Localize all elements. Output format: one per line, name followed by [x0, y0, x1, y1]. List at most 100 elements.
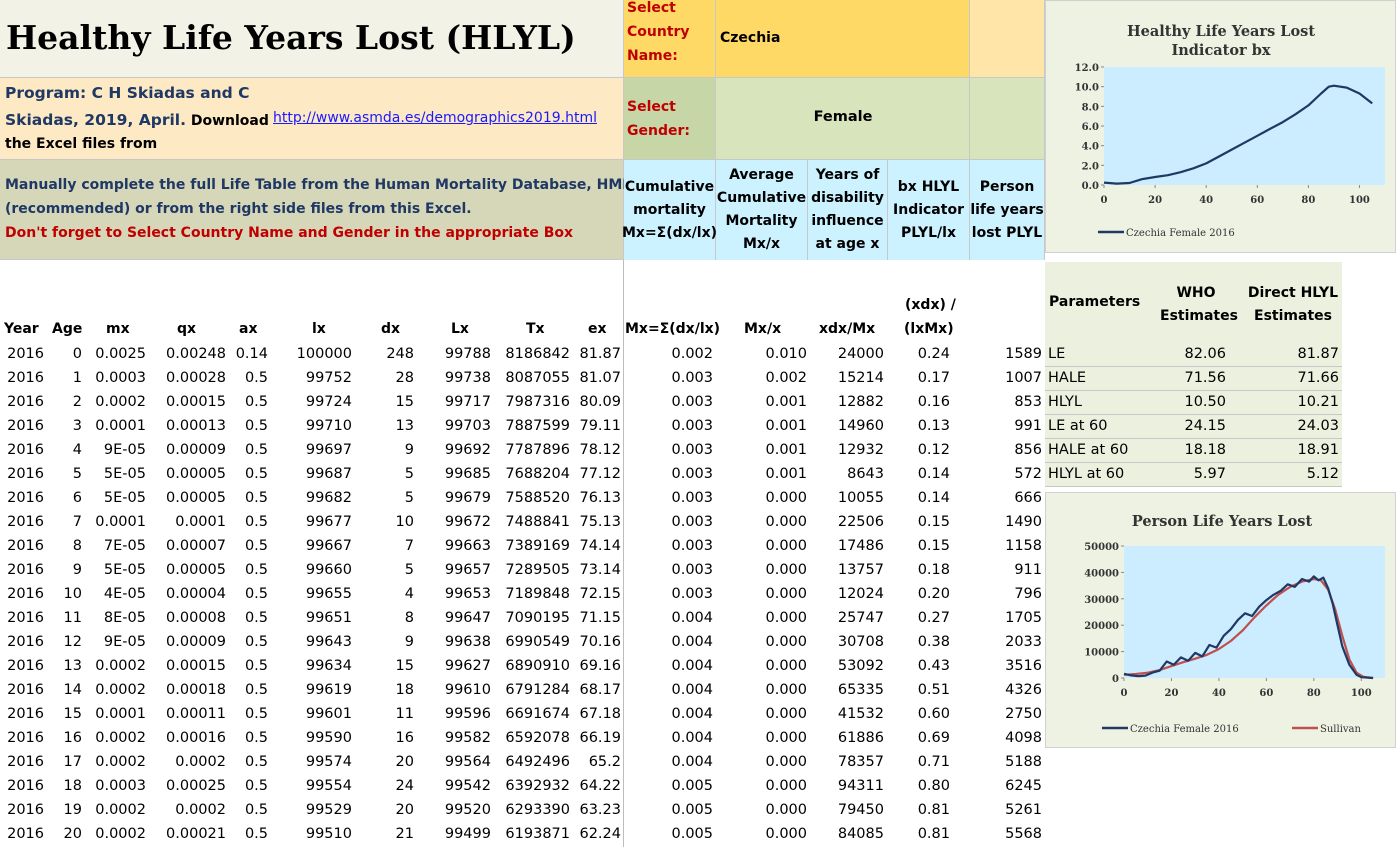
cell-avg-mortality[interactable]: 0.001 [765, 414, 807, 438]
cell-qx[interactable]: 0.00008 [166, 606, 226, 630]
cell-Tx[interactable]: 7688204 [505, 462, 570, 486]
cell-avg-mortality[interactable]: 0.002 [765, 366, 807, 390]
cell-qx[interactable]: 0.00015 [166, 390, 226, 414]
cell-qx[interactable]: 0.00005 [166, 486, 226, 510]
cell-dx[interactable]: 11 [396, 702, 414, 726]
cell-Tx[interactable]: 6990549 [505, 630, 570, 654]
cell-ax[interactable]: 0.5 [245, 558, 268, 582]
cell-Tx[interactable]: 6791284 [505, 678, 570, 702]
cell-bx[interactable]: 0.71 [918, 750, 950, 774]
cell-Lx[interactable]: 99653 [445, 582, 491, 606]
cell-Lx[interactable]: 99610 [445, 678, 491, 702]
cell-xdx-mx[interactable]: 53092 [838, 654, 884, 678]
cell-Tx[interactable]: 6890910 [505, 654, 570, 678]
cell-age[interactable]: 8 [73, 534, 82, 558]
cell-ax[interactable]: 0.5 [245, 702, 268, 726]
cell-year[interactable]: 2016 [7, 654, 44, 678]
cell-age[interactable]: 19 [64, 798, 82, 822]
cell-Tx[interactable]: 6193871 [505, 822, 570, 846]
cell-mx[interactable]: 0.0002 [95, 678, 146, 702]
col-header-ex[interactable]: ex [588, 321, 607, 337]
country-empty-cell[interactable] [970, 0, 1045, 78]
cell-plyl[interactable]: 572 [1014, 462, 1042, 486]
cell-dx[interactable]: 24 [396, 774, 414, 798]
col-header-mx[interactable]: mx [106, 321, 130, 337]
select-gender-label-cell[interactable]: Select Gender: [624, 78, 716, 160]
cell-lx[interactable]: 99682 [306, 486, 352, 510]
parameter-row[interactable]: LE at 60 24.15 24.03 [1045, 415, 1342, 439]
cell-mx[interactable]: 0.0002 [95, 390, 146, 414]
cell-dx[interactable]: 21 [396, 822, 414, 846]
col-header-dx[interactable]: dx [381, 321, 400, 337]
cell-lx[interactable]: 99655 [306, 582, 352, 606]
cell-age[interactable]: 20 [64, 822, 82, 846]
cell-plyl[interactable]: 5261 [1005, 798, 1042, 822]
cell-Tx[interactable]: 8186842 [505, 342, 570, 366]
cell-year[interactable]: 2016 [7, 582, 44, 606]
cell-bx[interactable]: 0.15 [918, 510, 950, 534]
col-header-lx[interactable]: lx [312, 321, 326, 337]
cell-mx[interactable]: 0.0002 [95, 726, 146, 750]
parameter-row[interactable]: HALE 71.56 71.66 [1045, 367, 1342, 391]
cell-age[interactable]: 6 [73, 486, 82, 510]
cell-lx[interactable]: 99590 [306, 726, 352, 750]
cell-ex[interactable]: 72.15 [579, 582, 621, 606]
cell-plyl[interactable]: 5188 [1005, 750, 1042, 774]
cell-dx[interactable]: 16 [396, 726, 414, 750]
cell-xdx-mx[interactable]: 41532 [838, 702, 884, 726]
cell-lx[interactable]: 99619 [306, 678, 352, 702]
cell-cum-mortality[interactable]: 0.003 [671, 582, 713, 606]
cell-avg-mortality[interactable]: 0.000 [765, 582, 807, 606]
cell-cum-mortality[interactable]: 0.003 [671, 558, 713, 582]
cell-cum-mortality[interactable]: 0.003 [671, 462, 713, 486]
cell-Lx[interactable]: 99738 [445, 366, 491, 390]
cell-avg-mortality[interactable]: 0.001 [765, 438, 807, 462]
cell-mx[interactable]: 0.0003 [95, 366, 146, 390]
cell-Lx[interactable]: 99657 [445, 558, 491, 582]
cell-cum-mortality[interactable]: 0.004 [671, 702, 713, 726]
cell-Tx[interactable]: 7787896 [505, 438, 570, 462]
cell-xdx-mx[interactable]: 10055 [838, 486, 884, 510]
cell-cum-mortality[interactable]: 0.005 [671, 798, 713, 822]
cell-avg-mortality[interactable]: 0.000 [765, 534, 807, 558]
person-life-years-lost-chart[interactable]: Person Life Years Lost 0 10000 20000 30000 40… [1045, 492, 1396, 748]
gender-select-cell[interactable]: Female [716, 78, 970, 160]
parameter-row[interactable]: LE 82.06 81.87 [1045, 343, 1342, 367]
cell-xdx-mx[interactable]: 79450 [838, 798, 884, 822]
col-header-bx-bottom[interactable]: (lxMx) [904, 321, 954, 337]
cell-age[interactable]: 7 [73, 510, 82, 534]
cell-year[interactable]: 2016 [7, 486, 44, 510]
cell-dx[interactable]: 20 [396, 798, 414, 822]
cell-lx[interactable]: 99687 [306, 462, 352, 486]
cell-xdx-mx[interactable]: 24000 [838, 342, 884, 366]
cell-ax[interactable]: 0.5 [245, 678, 268, 702]
col-header-ax[interactable]: ax [239, 321, 257, 337]
cell-plyl[interactable]: 1490 [1005, 510, 1042, 534]
cell-ex[interactable]: 74.14 [579, 534, 621, 558]
cell-xdx-mx[interactable]: 30708 [838, 630, 884, 654]
parameter-row[interactable]: HLYL at 60 5.97 5.12 [1045, 463, 1342, 487]
cell-mx[interactable]: 4E-05 [104, 582, 146, 606]
cell-age[interactable]: 10 [64, 582, 82, 606]
cell-age[interactable]: 2 [73, 390, 82, 414]
cell-ax[interactable]: 0.5 [245, 438, 268, 462]
cell-plyl[interactable]: 2750 [1005, 702, 1042, 726]
cell-xdx-mx[interactable]: 17486 [838, 534, 884, 558]
cell-plyl[interactable]: 991 [1014, 414, 1042, 438]
cell-qx[interactable]: 0.00016 [166, 726, 226, 750]
cell-avg-mortality[interactable]: 0.000 [765, 558, 807, 582]
cell-Lx[interactable]: 99685 [445, 462, 491, 486]
cell-xdx-mx[interactable]: 13757 [838, 558, 884, 582]
cell-cum-mortality[interactable]: 0.003 [671, 510, 713, 534]
header-average-cumulative-mortality[interactable]: Average Cumulative Mortality Mx/x [716, 160, 808, 260]
cell-avg-mortality[interactable]: 0.000 [765, 510, 807, 534]
cell-dx[interactable]: 15 [396, 654, 414, 678]
cell-dx[interactable]: 13 [396, 414, 414, 438]
cell-Tx[interactable]: 7189848 [505, 582, 570, 606]
cell-Lx[interactable]: 99499 [445, 822, 491, 846]
cell-mx[interactable]: 8E-05 [104, 606, 146, 630]
col-header-bx-top[interactable]: (xdx) / [905, 297, 956, 313]
cell-dx[interactable]: 5 [405, 462, 414, 486]
cell-ex[interactable]: 80.09 [579, 390, 621, 414]
cell-bx[interactable]: 0.38 [918, 630, 950, 654]
